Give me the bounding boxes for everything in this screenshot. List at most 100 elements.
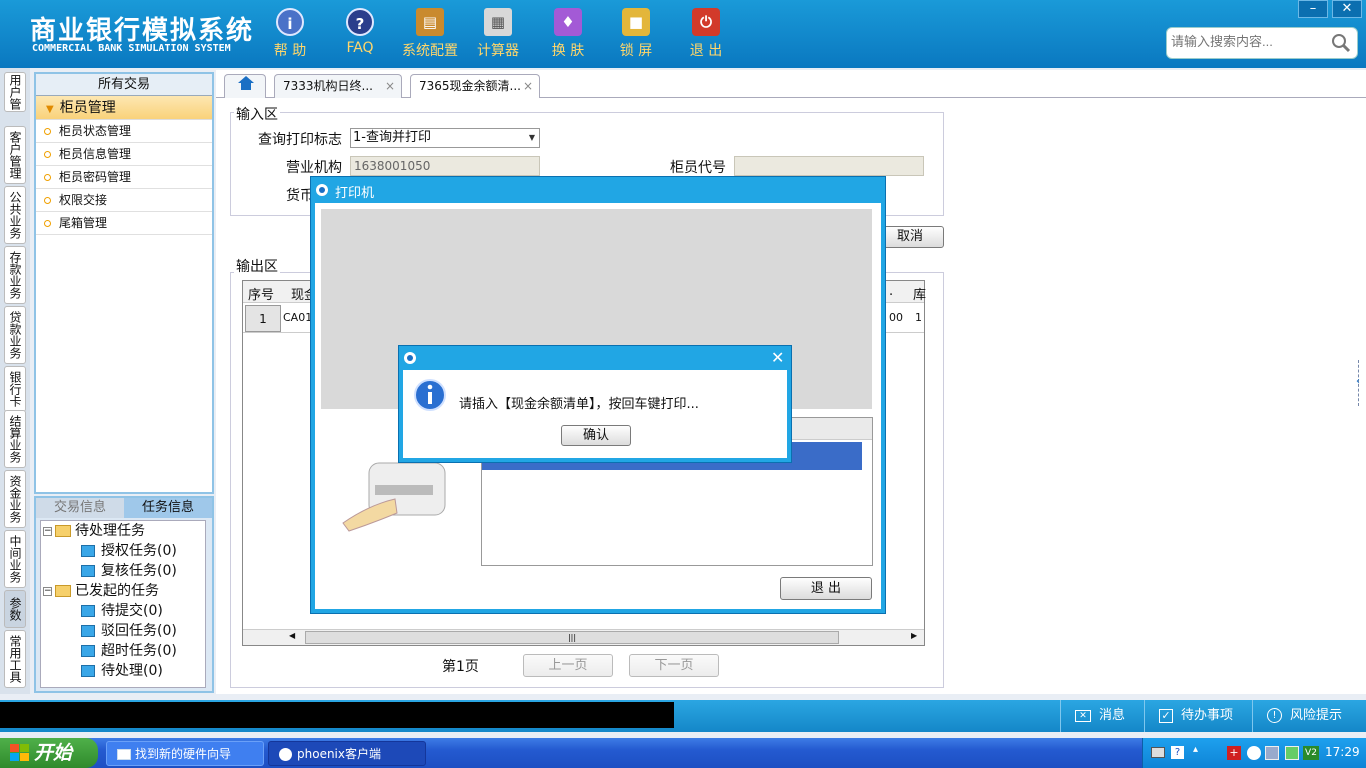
org-field[interactable]: 1638001050 [350, 156, 540, 176]
tree-node-to-submit[interactable]: 待提交(0) [81, 601, 163, 621]
tree-node-pending[interactable]: − 待处理任务 [43, 521, 145, 541]
calculator-icon: ▦ [484, 8, 512, 36]
scroll-thumb[interactable]: ||| [305, 631, 839, 644]
menu-item-tail-box[interactable]: 尾箱管理 [36, 212, 212, 235]
task-panel: 交易信息 任务信息 − 待处理任务 授权任务(0) 复核任务(0) − 已发起的任务… [34, 496, 214, 693]
tab-transaction-info[interactable]: 交易信息 [36, 498, 124, 518]
next-page-button[interactable]: 下一页 [629, 654, 719, 677]
page-indicator: 第1页 [442, 659, 479, 675]
menu-item-teller-info[interactable]: 柜员信息管理 [36, 143, 212, 166]
lock-screen-button[interactable]: ■ 锁 屏 [606, 8, 666, 60]
menu-item-teller-status[interactable]: 柜员状态管理 [36, 120, 212, 143]
keyboard-icon[interactable] [1151, 747, 1165, 758]
vtab-common-tools[interactable]: 常用工具 [4, 630, 26, 688]
tab-home[interactable] [224, 74, 266, 98]
vtab-customer-management[interactable]: 客户管理 [4, 126, 26, 184]
vtab-funds[interactable]: 资金业务 [4, 470, 26, 528]
folder-icon [81, 565, 95, 577]
printer-exit-button[interactable]: 退 出 [780, 577, 872, 600]
chat-icon: ! [1267, 708, 1282, 723]
row-number: 1 [245, 305, 281, 332]
lock-icon: ■ [622, 8, 650, 36]
red-cross-icon[interactable]: + [1227, 746, 1241, 760]
cell-col4: 1 [915, 311, 922, 324]
menu-item-permission-handover[interactable]: 权限交接 [36, 189, 212, 212]
tree-node-rejected[interactable]: 驳回任务(0) [81, 621, 177, 641]
calculator-button[interactable]: ▦ 计算器 [468, 8, 528, 60]
query-flag-select[interactable]: 1-查询并打印 ▼ [350, 128, 540, 148]
close-window-button[interactable]: ✕ [1332, 0, 1362, 18]
col-header-4: 库 [913, 288, 927, 303]
folder-icon [81, 665, 95, 677]
tree-node-to-process[interactable]: 待处理(0) [81, 661, 163, 681]
vtab-settlement[interactable]: 结算业务 [4, 410, 26, 468]
collapse-icon[interactable]: − [43, 526, 52, 536]
cell-cash: CA01 [283, 311, 313, 324]
exit-button[interactable]: ⏻ 退 出 [676, 8, 736, 60]
vtab-intermediary[interactable]: 中间业务 [4, 530, 26, 588]
clock: 17:29 [1325, 745, 1360, 759]
skin-button[interactable]: ♦ 换 肤 [538, 8, 598, 60]
prev-page-button[interactable]: 上一页 [523, 654, 613, 677]
system-config-button[interactable]: ▤ 系统配置 [400, 8, 460, 60]
vtab-public-business[interactable]: 公共业务 [4, 186, 26, 244]
taskbar-item-hardware-wizard[interactable]: 找到新的硬件向导 [106, 741, 264, 766]
v2-icon[interactable]: V2 [1303, 746, 1319, 760]
messages-button[interactable]: ✕ 消息 [1060, 700, 1140, 732]
vtab-user-management[interactable]: 用户管理 [4, 72, 26, 112]
help-button[interactable]: i 帮 助 [260, 8, 320, 60]
input-area-legend: 输入区 [234, 104, 280, 124]
menu-header: 所有交易 [36, 74, 212, 96]
printer-icon [342, 462, 446, 532]
message-dialog-body: 请插入【现金余额清单】，按回车键打印... 确认 [403, 370, 787, 458]
taskbar-item-phoenix[interactable]: phoenix客户端 [268, 741, 426, 766]
status-message-area [0, 702, 674, 728]
tree-node-initiated[interactable]: − 已发起的任务 [43, 581, 159, 601]
close-tab-icon[interactable]: × [385, 75, 395, 97]
tree-node-review[interactable]: 复核任务(0) [81, 561, 177, 581]
tree-node-auth[interactable]: 授权任务(0) [81, 541, 177, 561]
tab-7333[interactable]: 7333机构日终... × [274, 74, 402, 98]
vtab-bank-card[interactable]: 银行卡业务 [4, 366, 26, 412]
vtab-parameters[interactable]: 参数 [4, 590, 26, 628]
output-area-legend: 输出区 [234, 256, 280, 276]
collapse-icon[interactable]: − [43, 586, 52, 596]
app-logo-icon[interactable] [1247, 746, 1261, 760]
folder-icon [81, 545, 95, 557]
scroll-left-icon[interactable]: ◀ [289, 631, 297, 640]
teller-field[interactable] [734, 156, 924, 176]
tray-arrow-icon[interactable]: ▴ [1193, 744, 1198, 755]
query-flag-label: 查询打印标志 [258, 132, 342, 148]
mail-icon: ✕ [1075, 709, 1091, 722]
todo-button[interactable]: ✓ 待办事项 [1144, 700, 1248, 732]
risk-alert-button[interactable]: ! 风险提示 [1252, 700, 1366, 732]
faq-button[interactable]: ? FAQ [330, 8, 390, 56]
horizontal-scrollbar[interactable]: ◀ ||| ▶ [243, 629, 924, 645]
close-dialog-button[interactable]: ✕ [771, 348, 784, 367]
col-header-no: 序号 [248, 288, 275, 303]
close-tab-icon[interactable]: × [523, 75, 533, 97]
shirt-icon: ♦ [554, 8, 582, 36]
app-title: 商业银行模拟系统 [30, 16, 255, 46]
security-icon[interactable] [1285, 746, 1299, 760]
search-input[interactable] [1171, 34, 1321, 49]
org-label: 营业机构 [286, 160, 342, 176]
teller-label: 柜员代号 [670, 160, 726, 176]
chevron-left-icon[interactable]: ‹ [1356, 376, 1360, 387]
menu-group-teller[interactable]: ▼ 柜员管理 [36, 96, 212, 120]
tab-task-info[interactable]: 任务信息 [124, 498, 212, 518]
scroll-right-icon[interactable]: ▶ [911, 631, 919, 640]
tree-node-timeout[interactable]: 超时任务(0) [81, 641, 177, 661]
minimize-button[interactable]: – [1298, 0, 1328, 18]
menu-item-teller-password[interactable]: 柜员密码管理 [36, 166, 212, 189]
search-icon[interactable] [1331, 33, 1351, 53]
vtab-loan[interactable]: 贷款业务 [4, 306, 26, 364]
checkbox-icon: ✓ [1159, 708, 1173, 723]
app-logo-icon [404, 352, 416, 364]
confirm-button[interactable]: 确认 [561, 425, 631, 446]
network-icon[interactable] [1265, 746, 1279, 760]
vtab-deposit[interactable]: 存款业务 [4, 246, 26, 304]
tab-7365[interactable]: 7365现金余额清... × [410, 74, 540, 98]
help-tray-icon[interactable]: ? [1171, 746, 1184, 759]
faq-icon: ? [346, 8, 374, 36]
